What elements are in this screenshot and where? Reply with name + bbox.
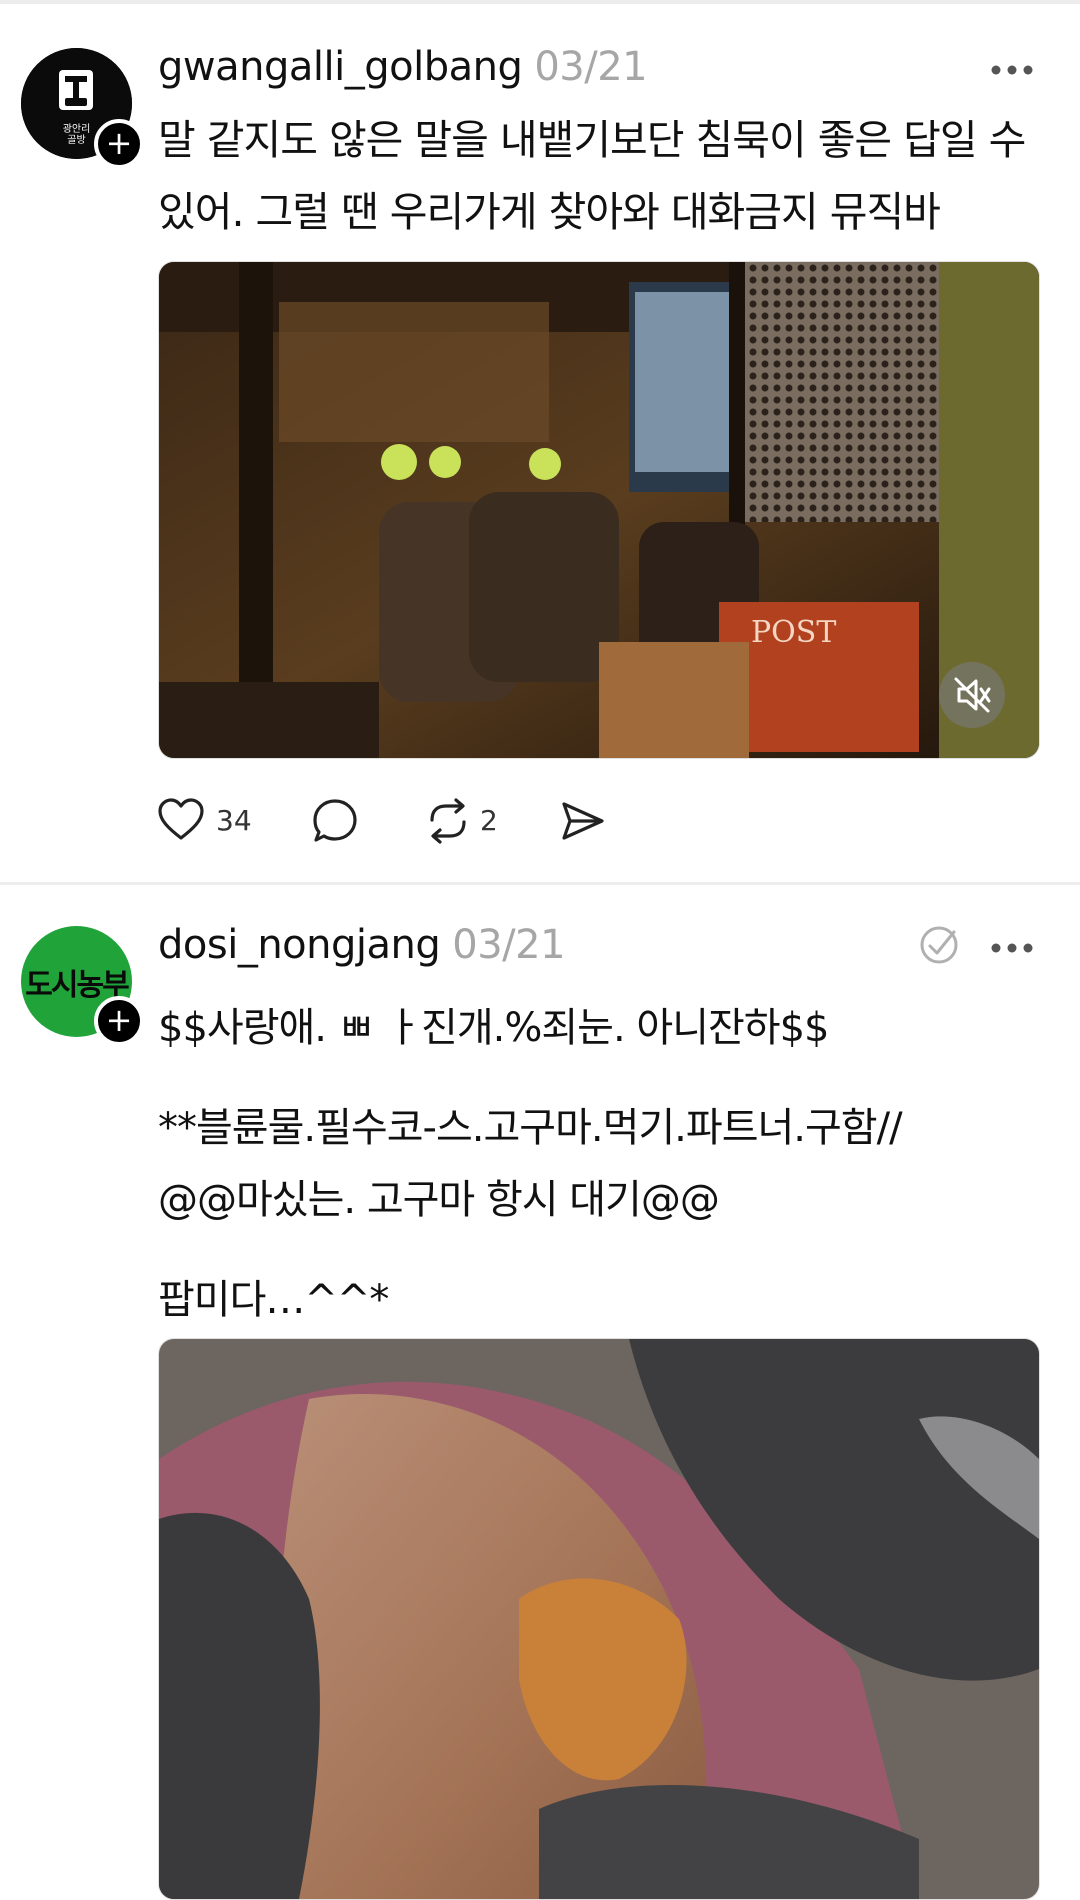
post-video[interactable]: POST (158, 261, 1040, 759)
thread-post[interactable]: 도시농부 + dosi_nongjang 03/21 $$사랑애. ㅃ ㅏ진개.%… (0, 886, 1080, 1900)
username-line: dosi_nongjang 03/21 (158, 922, 566, 968)
mute-button[interactable] (939, 662, 1005, 728)
activity-check-icon[interactable] (918, 924, 960, 966)
username-line: gwangalli_golbang 03/21 (158, 44, 648, 90)
post-text-line: 말 같지도 않은 말을 내뱉기보단 침묵이 좋은 답일 수 (158, 116, 1026, 164)
repost-icon (430, 798, 466, 844)
repost-button[interactable]: 2 (424, 796, 514, 846)
post-text: $$사랑애. ㅃ ㅏ진개.%죄눈. 아니잔하$$ **블륜물.필수코-스.고구마… (158, 992, 1038, 1336)
repost-count: 2 (480, 804, 498, 837)
post-text: 말 같지도 않은 말을 내뱉기보단 침묵이 좋은 답일 수 있어. 그럴 땐 우… (158, 104, 1038, 248)
post-date: 03/21 (452, 922, 566, 968)
share-button[interactable] (560, 796, 610, 846)
post-text-line: 팝미다…^^* (158, 1277, 389, 1323)
speaker-muted-icon (954, 677, 991, 713)
send-icon (562, 802, 604, 840)
post-date: 03/21 (534, 44, 648, 90)
username[interactable]: dosi_nongjang (158, 922, 441, 968)
post-video[interactable] (158, 1338, 1040, 1900)
username[interactable]: gwangalli_golbang (158, 44, 523, 90)
heart-icon (158, 798, 204, 840)
thread-post[interactable]: 광안리 골방 + gwangalli_golbang 03/21 말 같지도 않은 … (0, 0, 1080, 882)
like-count: 34 (216, 804, 252, 837)
more-options-icon[interactable] (990, 942, 1034, 954)
follow-plus-icon[interactable]: + (94, 996, 144, 1046)
video-thumbnail: POST (159, 262, 1039, 758)
more-options-icon[interactable] (990, 64, 1034, 76)
post-text-line: **블륜물.필수코-스.고구마.먹기.파트너.구함// (158, 1105, 903, 1151)
video-thumbnail (159, 1339, 1039, 1899)
post-sign-text: POST (751, 615, 836, 650)
post-actions: 34 2 (158, 796, 858, 846)
reply-button[interactable] (312, 796, 362, 846)
post-text-line: @@마싰는. 고구마 항시 대기@@ (158, 1177, 720, 1223)
post-text-line: 있어. 그럴 땐 우리가게 찾아와 대화금지 뮤직바 (158, 188, 941, 236)
follow-plus-icon[interactable]: + (94, 119, 144, 169)
post-text-line: $$사랑애. ㅃ ㅏ진개.%죄눈. 아니잔하$$ (158, 1005, 830, 1051)
like-button[interactable]: 34 (158, 796, 252, 846)
post-divider (0, 882, 1080, 885)
comment-icon (313, 799, 357, 842)
